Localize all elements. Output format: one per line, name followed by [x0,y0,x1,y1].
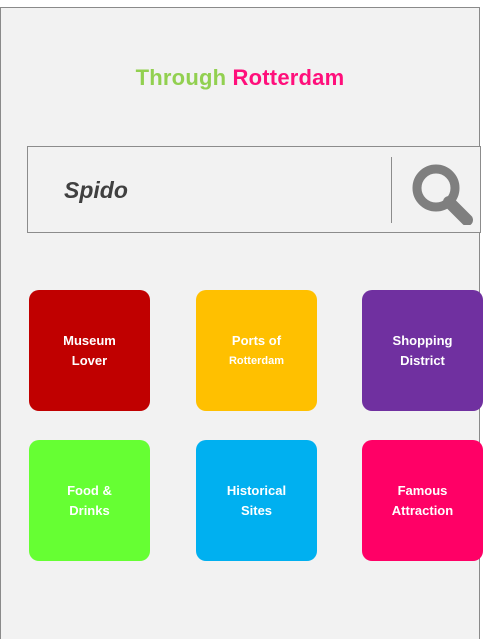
app-title-part2: Rotterdam [232,65,345,90]
app-title-part1: Through [135,65,227,90]
app-title: Through Rotterdam [1,65,479,91]
search-button[interactable] [401,157,481,226]
category-label-line1: Famous [397,482,448,498]
search-divider [391,157,392,223]
category-label-line2: Drinks [69,502,110,518]
category-tile-historical-sites[interactable]: Historical Sites [196,440,317,561]
app-frame: Through Rotterdam Museum Lover Ports of … [0,7,483,639]
category-label-line1: Ports of [231,332,282,348]
category-tile-food-drinks[interactable]: Food & Drinks [29,440,150,561]
search-input[interactable] [64,174,364,206]
category-tile-shopping-district[interactable]: Shopping District [362,290,483,411]
category-tile-ports-of-rotterdam[interactable]: Ports of Rotterdam [196,290,317,411]
category-label-line2: District [400,352,445,368]
category-label-line2: Rotterdam [228,354,284,367]
category-tile-museum-lover[interactable]: Museum Lover [29,290,150,411]
category-label-line2: Lover [71,352,108,368]
category-label-line1: Food & [67,482,112,498]
magnifier-icon [412,164,473,226]
category-tile-famous-attraction[interactable]: Famous Attraction [362,440,483,561]
category-label-line2: Attraction [391,502,454,518]
category-label-line2: Sites [240,502,273,518]
category-label-line1: Shopping [392,332,453,348]
category-label-line1: Museum [63,332,116,348]
category-label-line1: Historical [226,482,287,498]
search-bar [27,146,481,233]
